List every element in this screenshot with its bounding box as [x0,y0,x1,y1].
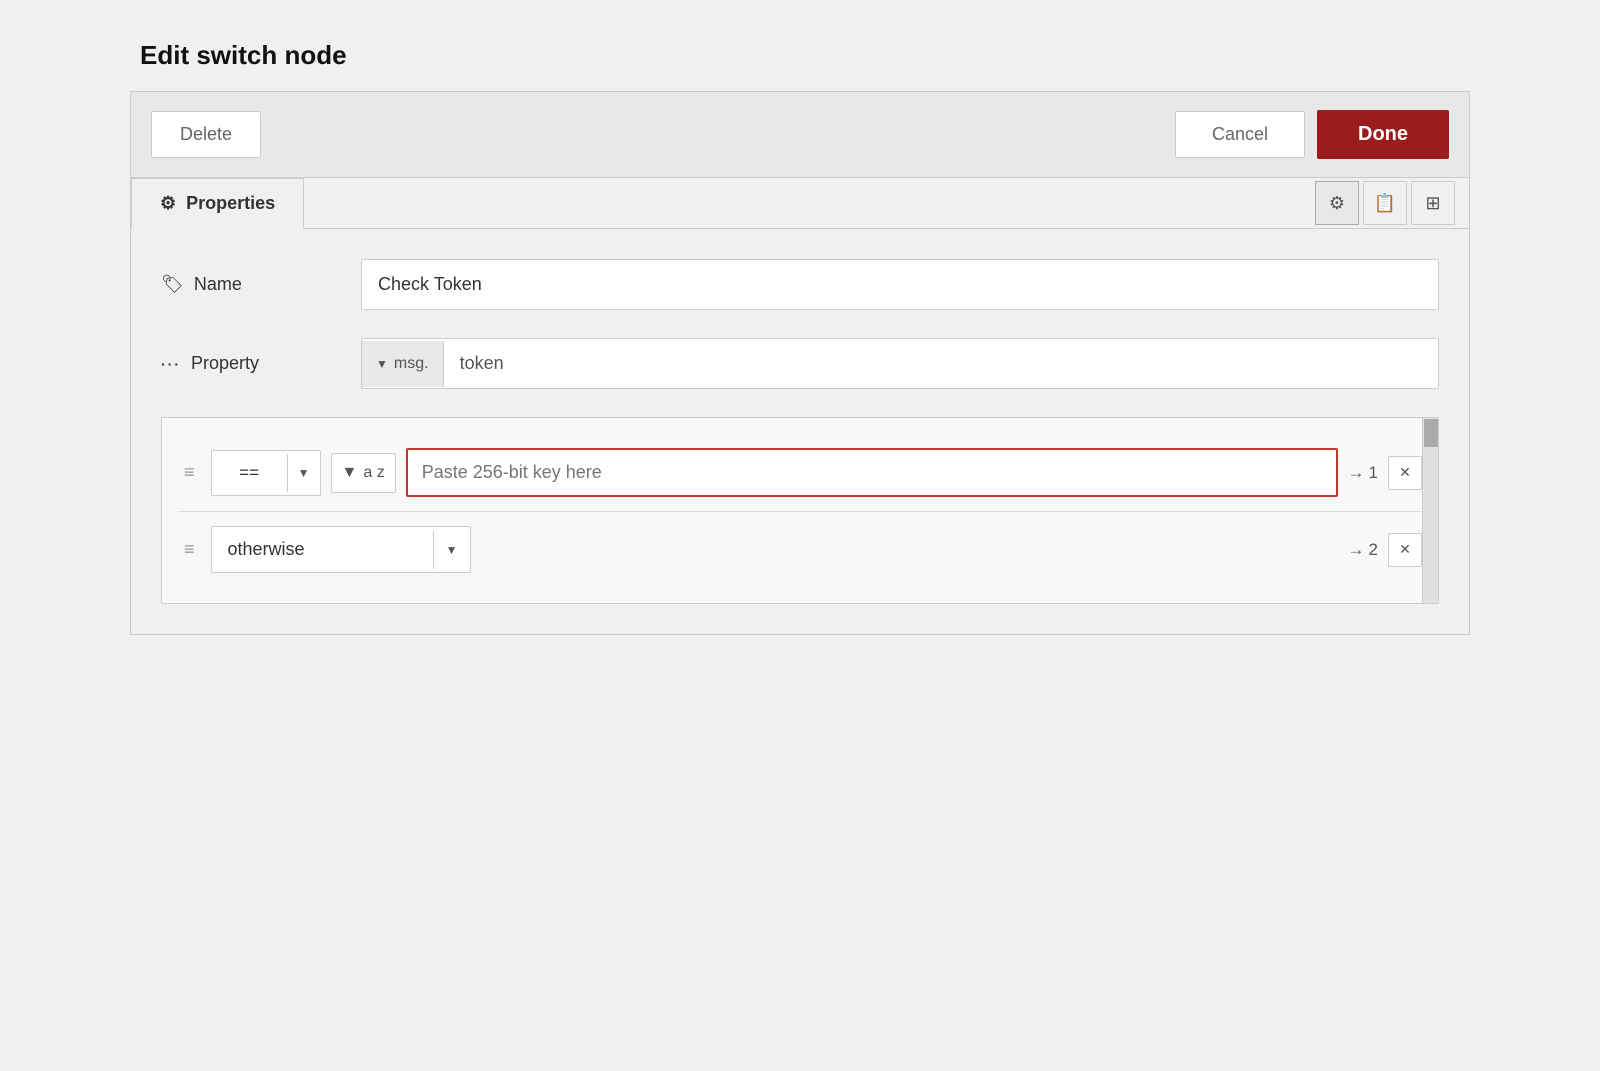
drag-handle-2[interactable]: ≡ [178,535,201,564]
dropdown-arrow-icon: ▼ [376,357,388,371]
arrow-icon-1: → [1348,463,1365,483]
rule-operator-1: == ▼ [211,450,321,496]
name-input[interactable] [361,259,1439,310]
rule-delete-1[interactable]: ✕ [1388,456,1422,490]
rule-type-text-1: a z [363,464,384,482]
tabs-area: ⚙ Properties ⚙ 📋 ⊞ 🏷 Name ··· [130,178,1470,635]
arrow-icon-2: → [1348,540,1365,560]
properties-content: 🏷 Name ··· Property ▼ msg. token [131,229,1469,634]
done-button[interactable]: Done [1317,110,1449,159]
rule-arrow-2: → 2 [1348,540,1378,560]
name-label: 🏷 Name [161,274,341,295]
name-label-text: Name [194,274,242,295]
rule-type-prefix-1[interactable]: ▼ a z [331,453,396,493]
tag-icon: 🏷 [161,274,184,295]
rule-operator-value-1: == [212,451,287,495]
tab-properties-label: Properties [186,193,275,214]
dropdown-arrow-icon-2: ▼ [342,464,358,482]
rule-operator-dropdown-1[interactable]: ▼ [287,454,320,492]
tab-icon-gear[interactable]: ⚙ [1315,181,1359,225]
rule-row-2: ≡ otherwise ▼ → 2 ✕ [178,512,1422,587]
delete-button[interactable]: Delete [151,111,261,158]
tab-icon-copy[interactable]: 📋 [1363,181,1407,225]
otherwise-value-text: otherwise [212,527,433,572]
property-row: ··· Property ▼ msg. token [161,338,1439,389]
rule-arrow-1: → 1 [1348,463,1378,483]
dots-icon: ··· [161,356,181,372]
dialog-title: Edit switch node [130,20,1470,91]
tab-bar: ⚙ Properties ⚙ 📋 ⊞ [131,178,1469,229]
tab-icon-grid[interactable]: ⊞ [1411,181,1455,225]
property-value-text: token [444,339,1438,388]
rule-delete-2[interactable]: ✕ [1388,533,1422,567]
scrollbar-track[interactable] [1422,418,1438,603]
name-row: 🏷 Name [161,259,1439,310]
otherwise-dropdown-arrow[interactable]: ▼ [433,531,470,569]
tab-properties[interactable]: ⚙ Properties [131,178,304,229]
property-label-text: Property [191,353,259,374]
drag-handle-1[interactable]: ≡ [178,458,201,487]
property-prefix-dropdown[interactable]: ▼ msg. [362,341,444,387]
rule-row-1: ≡ == ▼ ▼ a z → 1 ✕ [178,434,1422,512]
property-prefix-text: msg. [394,355,429,373]
otherwise-dropdown: otherwise ▼ [211,526,471,573]
rules-container: ≡ == ▼ ▼ a z → 1 ✕ [161,417,1439,604]
cancel-button[interactable]: Cancel [1175,111,1305,158]
rule-value-input-1[interactable] [406,448,1338,497]
property-label: ··· Property [161,353,341,374]
rule-number-1: 1 [1369,463,1378,483]
gear-icon: ⚙ [160,193,176,214]
rule-number-2: 2 [1369,540,1378,560]
scrollbar-thumb[interactable] [1424,419,1438,447]
dialog-toolbar: Delete Cancel Done [130,91,1470,178]
tab-icons: ⚙ 📋 ⊞ [1315,181,1469,225]
property-input-group: ▼ msg. token [361,338,1439,389]
